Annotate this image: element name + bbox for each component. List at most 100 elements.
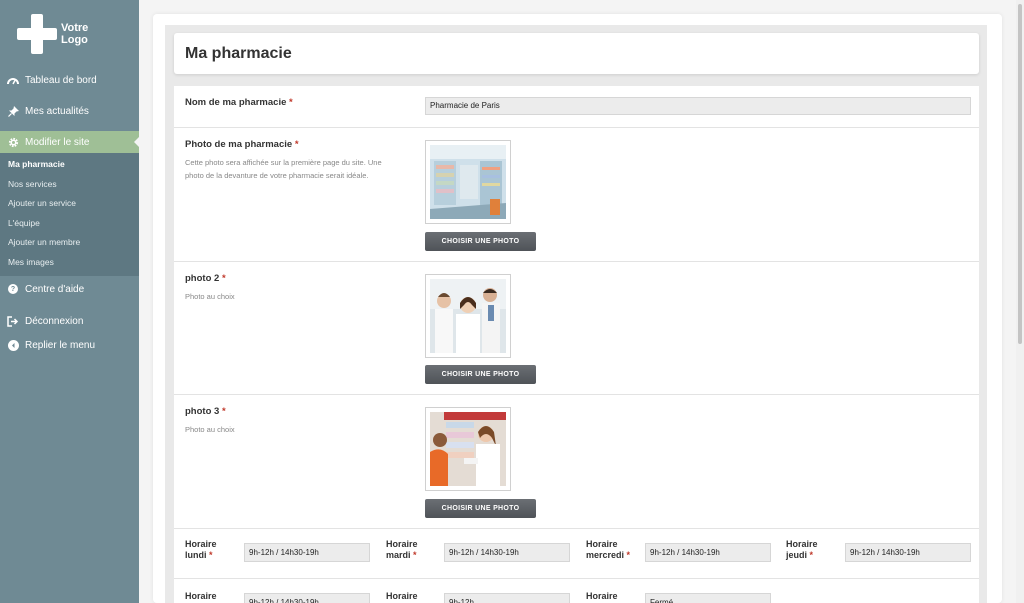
submenu-item-ma-pharmacie[interactable]: Ma pharmacie	[0, 155, 139, 175]
hours-label-line-1: Horaire	[185, 591, 217, 601]
pharmacy-form: Nom de ma pharmacie * Pharmacie de Paris…	[174, 86, 979, 603]
required-mark: *	[294, 139, 299, 150]
scrollbar-thumb[interactable]	[1018, 4, 1022, 344]
required-mark: *	[209, 550, 213, 560]
hours-label-thursday: Horaire jeudi *	[786, 539, 836, 561]
pharmacy-name-input[interactable]: Pharmacie de Paris	[425, 97, 971, 115]
photo1-help-line-2: photo de la devanture de votre pharmacie…	[185, 171, 369, 180]
logout-icon	[7, 315, 19, 327]
required-mark: *	[413, 550, 417, 560]
form-row-photo-1: Photo de ma pharmacie * Cette photo sera…	[174, 128, 979, 262]
form-row-hours-1: Horaire lundi * 9h-12h / 14h30-19h Horai…	[174, 529, 979, 579]
hours-label-wednesday: Horaire mercredi *	[586, 539, 636, 561]
photo1-thumbnail	[425, 140, 511, 224]
dashboard-gauge-icon	[7, 74, 19, 86]
submenu-item-add-member[interactable]: Ajouter un membre	[0, 233, 139, 253]
chevron-left-circle-icon	[7, 339, 19, 351]
edit-site-submenu: Ma pharmacie Nos services Ajouter un ser…	[0, 153, 139, 276]
hours-input-monday[interactable]: 9h-12h / 14h30-19h	[244, 543, 370, 562]
hours-input-sunday[interactable]: Fermé	[645, 593, 771, 603]
hours-input-tuesday[interactable]: 9h-12h / 14h30-19h	[444, 543, 570, 562]
hours-label-line-1: Horaire	[386, 591, 418, 601]
hours-label-line-1: Horaire	[185, 539, 217, 549]
photo2-help: Photo au choix	[185, 292, 235, 301]
choose-photo-3-button[interactable]: CHOISIR UNE PHOTO	[425, 499, 536, 518]
choose-photo-1-button[interactable]: CHOISIR UNE PHOTO	[425, 232, 536, 251]
hours-label-line-1: Horaire	[386, 539, 418, 549]
sidebar-item-label: Modifier le site	[25, 136, 90, 148]
photo3-label-text: photo 3	[185, 406, 220, 417]
required-mark: *	[809, 550, 814, 560]
page-header: Ma pharmacie	[174, 33, 979, 74]
sidebar-item-edit-site[interactable]: Modifier le site	[0, 131, 139, 153]
hours-label-line-1: Horaire	[586, 539, 618, 549]
hours-label-day: mercredi	[586, 550, 625, 560]
photo2-label: photo 2 *	[185, 273, 226, 284]
photo1-help-line-1: Cette photo sera affichée sur la premièr…	[185, 158, 382, 167]
pharmacist-customer-image	[430, 412, 506, 486]
photo1-label: Photo de ma pharmacie *	[185, 139, 299, 150]
page-scrollbar[interactable]	[1016, 0, 1024, 603]
sidebar-item-news[interactable]: Mes actualités	[0, 99, 139, 123]
sidebar-nav: Tableau de bord Mes actualités Modifier …	[0, 68, 139, 357]
photo3-thumbnail	[425, 407, 511, 491]
photo2-label-text: photo 2	[185, 273, 220, 284]
logo-line-1: Votre	[61, 22, 89, 34]
form-row-name: Nom de ma pharmacie * Pharmacie de Paris	[174, 86, 979, 128]
logo-text: Votre Logo	[61, 22, 97, 46]
pharmacist-team-image	[430, 279, 506, 353]
name-label-text: Nom de ma pharmacie	[185, 97, 287, 108]
required-mark: *	[221, 273, 226, 284]
question-circle-icon: ?	[7, 283, 19, 295]
form-row-photo-2: photo 2 * Photo au choix CHOISIR UNE PHO…	[174, 262, 979, 395]
pin-icon	[7, 105, 19, 117]
submenu-item-images[interactable]: Mes images	[0, 253, 139, 273]
logo-line-2: Logo	[61, 34, 88, 46]
photo1-help: Cette photo sera affichée sur la premièr…	[185, 156, 382, 182]
hours-label-tuesday: Horaire mardi *	[386, 539, 436, 561]
hours-label-line-1: Horaire	[586, 591, 618, 601]
name-label: Nom de ma pharmacie *	[185, 97, 293, 108]
logo[interactable]: Votre Logo	[17, 14, 97, 54]
hours-input-thursday[interactable]: 9h-12h / 14h30-19h	[845, 543, 971, 562]
hours-input-wednesday[interactable]: 9h-12h / 14h30-19h	[645, 543, 771, 562]
submenu-item-team[interactable]: L'équipe	[0, 214, 139, 234]
sidebar-item-logout[interactable]: Déconnexion	[0, 309, 139, 333]
photo3-help: Photo au choix	[185, 425, 235, 434]
submenu-item-add-service[interactable]: Ajouter un service	[0, 194, 139, 214]
required-mark: *	[289, 97, 293, 108]
hours-label-friday: Horaire vendredi *	[185, 591, 235, 603]
hours-label-line-1: Horaire	[786, 539, 818, 549]
sidebar: Votre Logo Tableau de bord Mes actualité…	[0, 0, 139, 603]
hours-input-friday[interactable]: 9h-12h / 14h30-19h	[244, 593, 370, 603]
sidebar-item-help[interactable]: ? Centre d'aide	[0, 277, 139, 301]
page-title: Ma pharmacie	[185, 45, 292, 62]
form-row-hours-2: Horaire vendredi * 9h-12h / 14h30-19h Ho…	[174, 579, 979, 603]
choose-photo-2-button[interactable]: CHOISIR UNE PHOTO	[425, 365, 536, 384]
content-panel: Ma pharmacie Nom de ma pharmacie * Pharm…	[165, 25, 987, 603]
hours-input-saturday[interactable]: 9h-12h	[444, 593, 570, 603]
submenu-item-services[interactable]: Nos services	[0, 175, 139, 195]
pharmacy-interior-image	[430, 145, 506, 219]
form-row-photo-3: photo 3 * Photo au choix CHOISIR UNE PHO…	[174, 395, 979, 529]
required-mark: *	[221, 406, 226, 417]
sidebar-item-label: Déconnexion	[25, 315, 84, 327]
hours-label-sunday: Horaire dimanche *	[586, 591, 636, 603]
sidebar-item-label: Replier le menu	[25, 339, 96, 351]
hours-label-day: mardi	[386, 550, 411, 560]
hours-label-day: jeudi	[786, 550, 808, 560]
photo2-thumbnail	[425, 274, 511, 358]
required-mark: *	[626, 550, 631, 560]
sidebar-item-label: Mes actualités	[25, 105, 89, 117]
sidebar-item-dashboard[interactable]: Tableau de bord	[0, 68, 139, 92]
main-content: Ma pharmacie Nom de ma pharmacie * Pharm…	[153, 14, 1002, 603]
hours-label-day: lundi	[185, 550, 207, 560]
gear-icon	[7, 136, 19, 148]
sidebar-item-label: Centre d'aide	[25, 283, 85, 295]
sidebar-item-label: Tableau de bord	[25, 74, 97, 86]
photo3-label: photo 3 *	[185, 406, 226, 417]
hours-label-monday: Horaire lundi *	[185, 539, 235, 561]
hours-label-saturday: Horaire samedi *	[386, 591, 436, 603]
logo-cross-icon	[17, 14, 57, 54]
sidebar-item-collapse[interactable]: Replier le menu	[0, 333, 139, 357]
